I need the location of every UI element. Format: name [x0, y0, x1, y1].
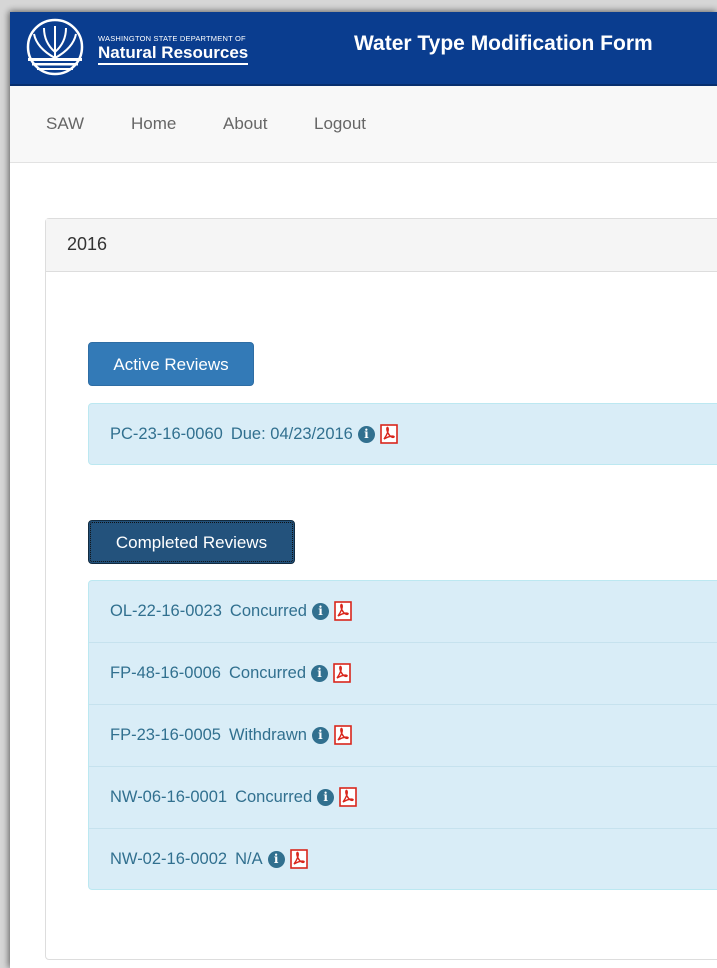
- list-item: PC-23-16-0060 Due: 04/23/2016 i: [89, 404, 717, 466]
- top-navbar: SAW Home About Logout: [10, 86, 717, 163]
- pdf-icon[interactable]: [333, 725, 353, 745]
- review-status: Due: 04/23/2016: [230, 424, 353, 443]
- review-status: N/A: [235, 849, 263, 868]
- completed-reviews-button[interactable]: Completed Reviews: [88, 520, 295, 564]
- completed-reviews-list: OL-22-16-0023 Concurred i FP-48-16-0006 …: [88, 580, 717, 890]
- info-icon[interactable]: i: [267, 850, 285, 868]
- review-link[interactable]: FP-48-16-0006: [110, 664, 221, 683]
- nav-saw[interactable]: SAW: [46, 114, 84, 134]
- agency-wordmark[interactable]: WASHINGTON STATE DEPARTMENT OF Natural R…: [98, 34, 249, 65]
- dnr-logo-icon[interactable]: [24, 18, 86, 76]
- pdf-icon[interactable]: [338, 787, 358, 807]
- review-link[interactable]: OL-22-16-0023: [110, 602, 222, 621]
- list-item: OL-22-16-0023 Concurred i: [89, 581, 717, 643]
- review-link[interactable]: NW-06-16-0001: [110, 788, 227, 807]
- review-status: Concurred: [235, 787, 313, 806]
- agency-name-small: WASHINGTON STATE DEPARTMENT OF: [98, 34, 246, 43]
- nav-logout[interactable]: Logout: [314, 114, 366, 134]
- agency-name-big: Natural Resources: [98, 43, 249, 65]
- page-title: Water Type Modification Form: [354, 32, 653, 55]
- review-status: Withdrawn: [228, 725, 307, 744]
- info-icon[interactable]: i: [311, 726, 329, 744]
- list-item: NW-06-16-0001 Concurred i: [89, 767, 717, 829]
- pdf-icon[interactable]: [289, 849, 309, 869]
- nav-home[interactable]: Home: [131, 114, 176, 134]
- list-item: FP-23-16-0005 Withdrawn i: [89, 705, 717, 767]
- active-reviews-button[interactable]: Active Reviews: [88, 342, 254, 386]
- review-link[interactable]: NW-02-16-0002: [110, 850, 227, 869]
- pdf-icon[interactable]: [333, 601, 353, 621]
- active-reviews-list: PC-23-16-0060 Due: 04/23/2016 i: [88, 403, 717, 465]
- review-status: Concurred: [228, 663, 307, 682]
- review-status: Concurred: [229, 601, 307, 620]
- browser-viewport: WASHINGTON STATE DEPARTMENT OF Natural R…: [10, 12, 717, 968]
- nav-about[interactable]: About: [223, 114, 267, 134]
- pdf-icon[interactable]: [332, 663, 352, 683]
- info-icon[interactable]: i: [317, 788, 335, 806]
- info-icon[interactable]: i: [311, 602, 329, 620]
- review-link[interactable]: PC-23-16-0060: [110, 425, 223, 444]
- review-link[interactable]: FP-23-16-0005: [110, 726, 221, 745]
- pdf-icon[interactable]: [379, 424, 399, 444]
- year-panel: 2016 Active Reviews PC-23-16-0060 Due: 0…: [45, 218, 717, 960]
- panel-title: 2016: [67, 234, 108, 254]
- site-header: WASHINGTON STATE DEPARTMENT OF Natural R…: [10, 12, 717, 86]
- list-item: NW-02-16-0002 N/A i: [89, 829, 717, 891]
- list-item: FP-48-16-0006 Concurred i: [89, 643, 717, 705]
- info-icon[interactable]: i: [357, 425, 375, 443]
- info-icon[interactable]: i: [311, 664, 329, 682]
- panel-heading: 2016: [46, 219, 717, 272]
